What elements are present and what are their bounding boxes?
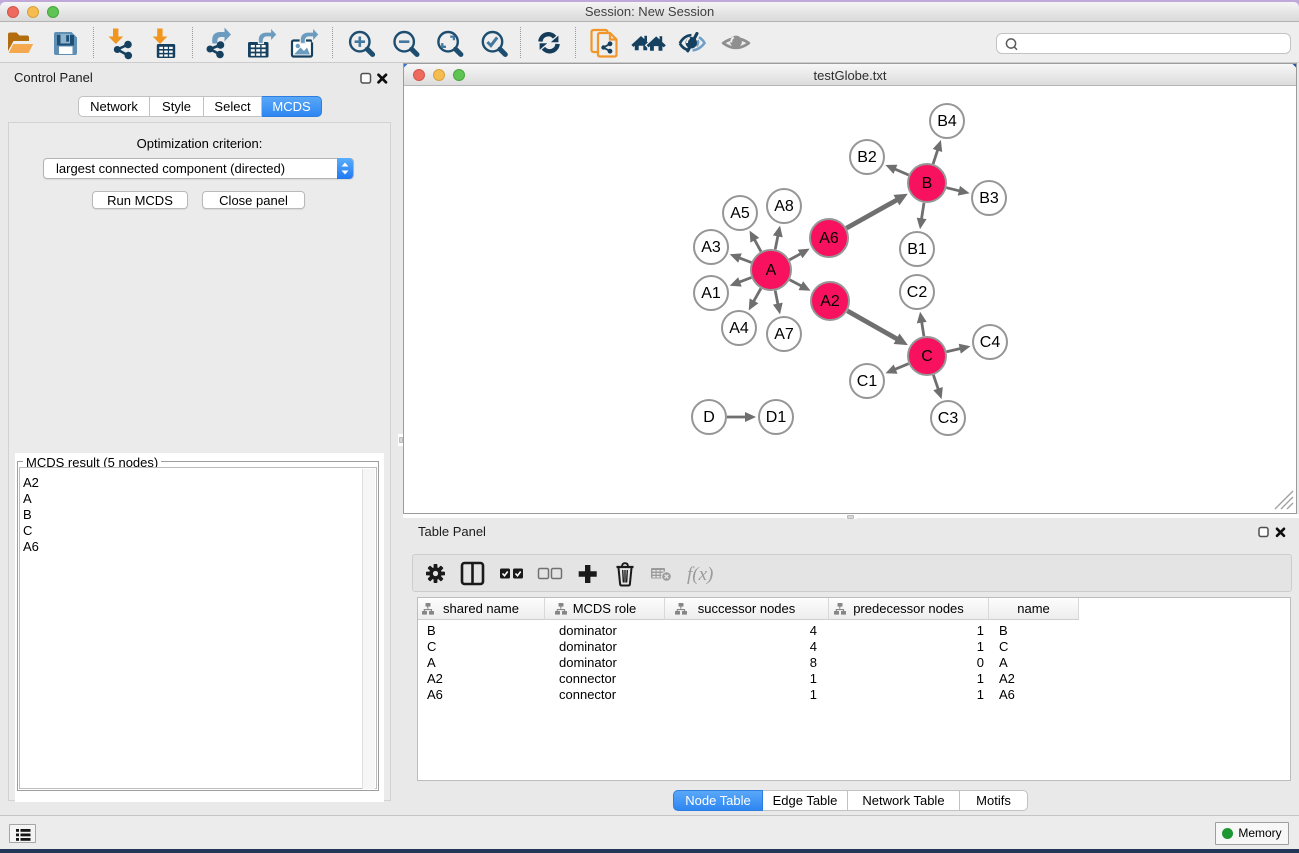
svg-text:C2: C2 <box>907 284 928 301</box>
svg-text:B2: B2 <box>857 149 877 166</box>
svg-text:C3: C3 <box>938 410 959 427</box>
svg-text:C: C <box>921 348 933 365</box>
svg-text:D1: D1 <box>766 409 787 426</box>
svg-text:A5: A5 <box>730 205 750 222</box>
svg-text:A7: A7 <box>774 326 794 343</box>
svg-text:f(x): f(x) <box>687 564 713 585</box>
svg-text:B3: B3 <box>979 190 999 207</box>
svg-text:C1: C1 <box>857 373 878 390</box>
svg-text:B: B <box>922 175 933 192</box>
svg-text:C4: C4 <box>980 334 1001 351</box>
svg-text:A3: A3 <box>701 239 721 256</box>
svg-text:A4: A4 <box>729 320 749 337</box>
svg-text:A1: A1 <box>701 285 721 302</box>
svg-text:A2: A2 <box>820 293 840 310</box>
svg-text:D: D <box>703 409 715 426</box>
svg-text:A: A <box>766 262 777 279</box>
svg-text:A6: A6 <box>819 230 839 247</box>
svg-text:B4: B4 <box>937 113 957 130</box>
svg-text:B1: B1 <box>907 241 927 258</box>
svg-text:A8: A8 <box>774 198 794 215</box>
